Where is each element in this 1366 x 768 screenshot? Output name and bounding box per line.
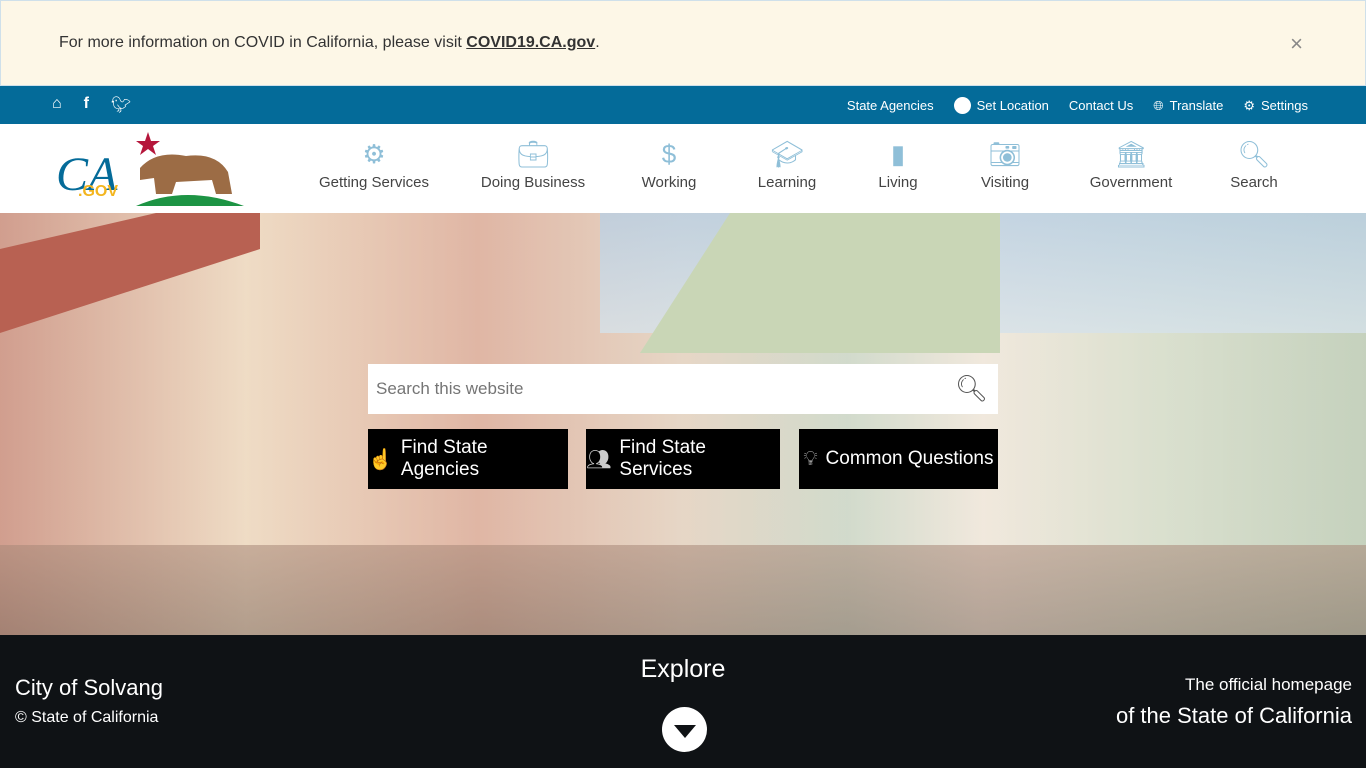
graduation-cap-icon: 🎓︎ bbox=[770, 139, 804, 169]
svg-text:.GOV: .GOV bbox=[78, 183, 118, 200]
official-homepage-line1: The official homepage bbox=[1185, 675, 1352, 694]
nav-learning[interactable]: 🎓︎ Learning bbox=[758, 136, 816, 191]
official-homepage-line2: of the State of California bbox=[1115, 703, 1352, 728]
copyright: © State of California bbox=[15, 709, 159, 726]
find-state-services-button[interactable]: 👥︎ Find State Services bbox=[586, 429, 780, 489]
search-input[interactable] bbox=[368, 379, 928, 399]
utility-bar: ⌂ f 🐦︎ State Agencies Set Location Conta… bbox=[0, 86, 1366, 124]
capitol-icon: 🏛︎ bbox=[1114, 139, 1148, 169]
common-questions-button[interactable]: 💡︎ Common Questions bbox=[799, 429, 998, 489]
explore-down-button[interactable] bbox=[662, 707, 707, 752]
alert-message: For more information on COVID in Califor… bbox=[59, 34, 600, 51]
gears-icon: ⚙ bbox=[362, 139, 386, 169]
pointer-icon: ☝ bbox=[368, 448, 393, 471]
camera-icon: 📷︎ bbox=[988, 139, 1022, 169]
nav-visiting[interactable]: 📷︎ Visiting bbox=[981, 136, 1029, 191]
settings-link[interactable]: ⚙ Settings bbox=[1243, 98, 1308, 114]
facebook-icon[interactable]: f bbox=[84, 95, 89, 115]
ca-gov-logo[interactable]: CA .GOV bbox=[56, 132, 246, 208]
find-state-agencies-button[interactable]: ☝ Find State Agencies bbox=[368, 429, 568, 489]
globe-icon: 🌐︎ bbox=[1153, 97, 1164, 113]
chevron-down-icon bbox=[673, 725, 696, 738]
twitter-icon[interactable]: 🐦︎ bbox=[111, 95, 131, 115]
hero-image bbox=[0, 213, 1366, 635]
briefcase-icon: 💼︎ bbox=[516, 139, 550, 169]
search-icon[interactable]: 🔍︎ bbox=[955, 373, 988, 404]
nav-getting-services[interactable]: ⚙ Getting Services bbox=[319, 136, 429, 191]
state-agencies-link[interactable]: State Agencies bbox=[847, 98, 934, 113]
main-nav: CA .GOV ⚙ Getting Services 💼︎ Doing Busine… bbox=[0, 124, 1366, 213]
users-icon: 👥︎ bbox=[586, 448, 612, 471]
nav-doing-business[interactable]: 💼︎ Doing Business bbox=[481, 136, 585, 191]
nav-search[interactable]: 🔍︎ Search bbox=[1230, 136, 1278, 191]
location-icon bbox=[953, 97, 971, 114]
home-icon[interactable]: ⌂ bbox=[52, 95, 62, 115]
covid-alert-banner: For more information on COVID in Califor… bbox=[0, 0, 1366, 86]
california-icon: ▮ bbox=[890, 139, 906, 169]
explore-heading: Explore bbox=[640, 655, 726, 683]
nav-working[interactable]: $ Working bbox=[642, 136, 697, 191]
nav-government[interactable]: 🏛︎ Government bbox=[1090, 136, 1173, 191]
translate-link[interactable]: 🌐︎ Translate bbox=[1153, 98, 1223, 114]
close-icon[interactable]: × bbox=[1290, 31, 1303, 57]
nav-living[interactable]: ▮ Living bbox=[878, 136, 917, 191]
lightbulb-dollar-icon: $ bbox=[661, 139, 677, 169]
contact-us-link[interactable]: Contact Us bbox=[1069, 98, 1133, 113]
search-icon: 🔍︎ bbox=[1237, 139, 1271, 169]
covid-link[interactable]: COVID19.CA.gov bbox=[466, 34, 595, 51]
footer: City of Solvang © State of California Ex… bbox=[0, 635, 1366, 768]
gear-icon: ⚙ bbox=[1243, 97, 1256, 113]
lightbulb-icon: 💡︎ bbox=[803, 447, 818, 470]
site-search: 🔍︎ bbox=[368, 364, 998, 414]
set-location-link[interactable]: Set Location bbox=[953, 97, 1049, 114]
